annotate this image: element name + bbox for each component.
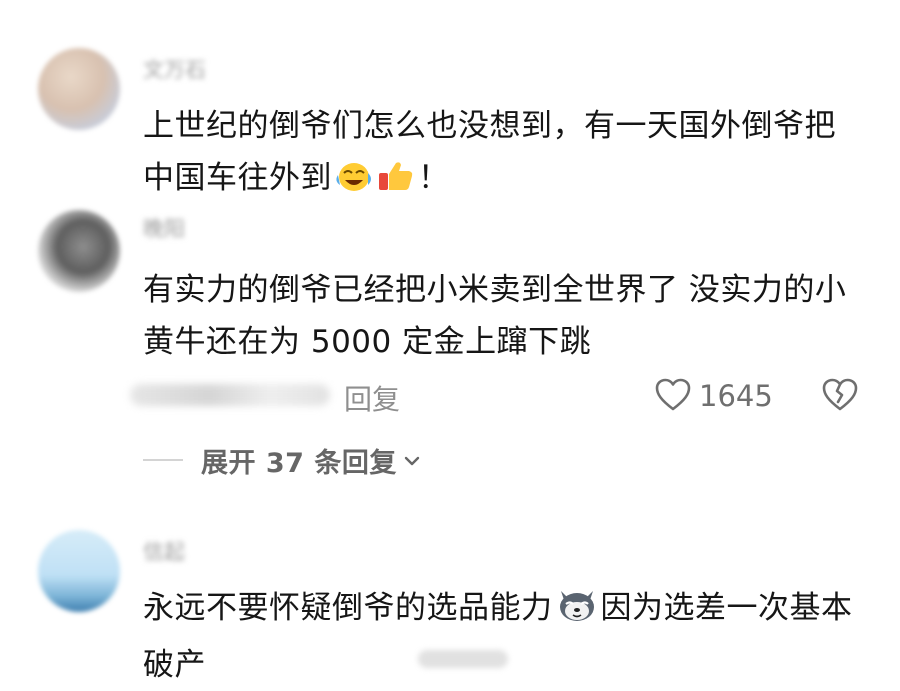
expand-replies-label: 展开 37 条回复 bbox=[201, 447, 397, 479]
comment-text-part: ！ bbox=[418, 160, 450, 196]
comment-text: 有实力的倒爷已经把小米卖到全世界了 没实力的小黄牛还在为 5000 定金上蹿下跳 bbox=[143, 272, 847, 360]
avatar[interactable] bbox=[38, 48, 120, 130]
crying-laughing-emoji-icon bbox=[334, 157, 372, 209]
avatar[interactable] bbox=[38, 210, 120, 292]
timestamp-location bbox=[130, 384, 330, 406]
chevron-down-icon bbox=[403, 453, 421, 472]
dislike-button[interactable] bbox=[820, 376, 860, 416]
comment-text: 上世纪的倒爷们怎么也没想到，有一天国外倒爷把中国车往外到 ！ bbox=[143, 100, 863, 209]
reply-button[interactable]: 回复 bbox=[344, 378, 400, 418]
thumbs-up-icon bbox=[376, 157, 416, 209]
broken-heart-icon bbox=[821, 378, 859, 415]
divider bbox=[143, 459, 183, 461]
username[interactable]: 信起 bbox=[143, 536, 185, 564]
comment-meta-row: 回复 1645 bbox=[130, 376, 870, 416]
comment-text-part: 上世纪的倒爷们怎么也没想到，有一天国外倒爷把中国车往外到 bbox=[143, 108, 836, 196]
watermark bbox=[418, 650, 508, 668]
heart-icon bbox=[655, 378, 691, 415]
comment-text-part: 永远不要怀疑倒爷的选品能力 bbox=[143, 590, 553, 626]
like-count: 1645 bbox=[699, 379, 773, 413]
expand-replies[interactable]: 展开 37 条回复 bbox=[143, 440, 421, 480]
comment-text: 永远不要怀疑倒爷的选品能力 因为选差一次基本破产 bbox=[143, 582, 863, 691]
like-button[interactable]: 1645 bbox=[655, 376, 773, 416]
avatar[interactable] bbox=[38, 530, 120, 612]
username[interactable]: 文万石 bbox=[143, 54, 206, 82]
username[interactable]: 晚阳 bbox=[143, 213, 185, 241]
husky-dog-icon bbox=[555, 587, 599, 639]
